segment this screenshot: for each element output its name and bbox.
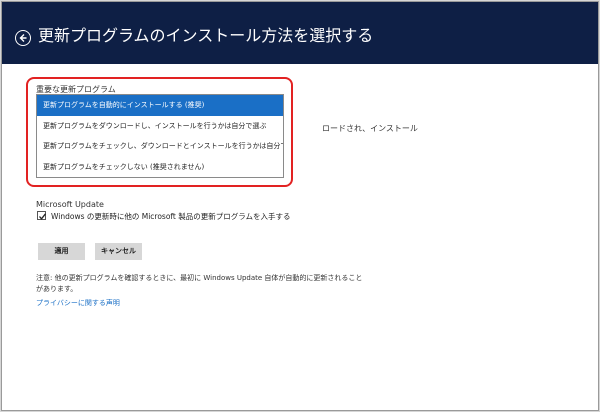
checkmark-icon [39,213,47,220]
note-line-2: があります。 [36,285,78,293]
cancel-button[interactable]: キャンセル [95,243,142,260]
header-bar: 更新プログラムのインストール方法を選択する [2,2,598,64]
microsoft-update-checkbox[interactable] [37,211,47,220]
microsoft-update-checkbox-label[interactable]: Windows の更新時に他の Microsoft 製品の更新プログラムを入手す… [51,211,291,222]
microsoft-update-heading: Microsoft Update [36,200,104,209]
page-title: 更新プログラムのインストール方法を選択する [38,26,374,45]
obscured-description-text: ロードされ、インストール [322,124,418,133]
back-arrow-icon[interactable] [15,30,31,46]
privacy-statement-link[interactable]: プライバシーに関する声明 [36,298,120,308]
note-line-1: 注意: 他の更新プログラムを確認するときに、最初に Windows Update… [36,274,363,282]
note-text: 注意: 他の更新プログラムを確認するときに、最初に Windows Update… [36,273,366,295]
window-frame: 更新プログラムのインストール方法を選択する 重要な更新プログラム ロードされ、イ… [1,1,599,411]
red-highlight-annotation [26,77,293,187]
apply-button[interactable]: 適用 [38,243,85,260]
